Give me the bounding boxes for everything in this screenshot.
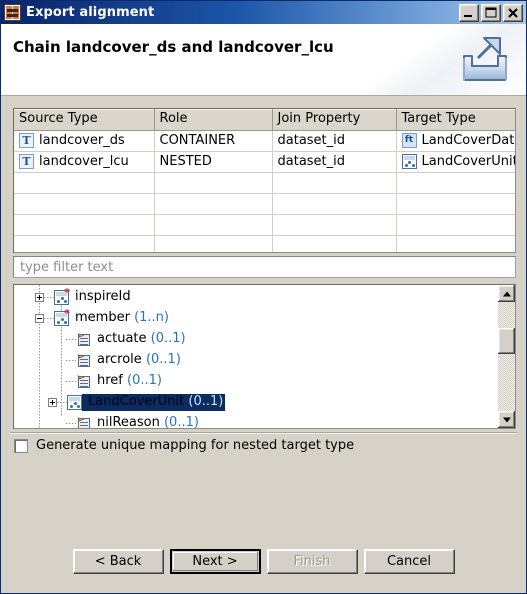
- export-alignment-dialog: Export alignment Chain landcover_ds and …: [0, 0, 527, 594]
- tree-item-label: arcrole: [97, 352, 142, 367]
- wizard-buttons: < Back Next > Finish Cancel: [1, 549, 526, 574]
- target-type-label: LandCoverUnit: [421, 154, 516, 169]
- next-button-label: Next >: [173, 552, 258, 571]
- window-controls: [459, 3, 524, 22]
- tree-item-cardinality: (1..n): [134, 310, 169, 325]
- alignment-table[interactable]: Source Type Role Join Property Target Ty…: [13, 108, 516, 253]
- column-header-source-type[interactable]: Source Type: [14, 109, 155, 131]
- tree-item-cardinality: (0..1): [145, 352, 181, 367]
- filter-input[interactable]: type filter text: [13, 256, 516, 278]
- filter-placeholder: type filter text: [20, 259, 114, 275]
- column-header-role[interactable]: Role: [154, 109, 273, 131]
- tree-item-label: LandCoverUnit: [88, 394, 185, 409]
- tree-item-cardinality: (0..1): [188, 394, 224, 409]
- export-wizard-icon: [456, 32, 514, 88]
- tree-item-label: href: [97, 373, 123, 388]
- minimize-button[interactable]: [459, 3, 479, 22]
- table-header-row: Source Type Role Join Property Target Ty…: [14, 109, 515, 131]
- tree-item-member[interactable]: * member (1..n): [14, 308, 497, 329]
- attribute-icon: ➢: [76, 414, 91, 428]
- generate-unique-mapping-option[interactable]: Generate unique mapping for nested targe…: [14, 438, 354, 453]
- column-header-target-type[interactable]: Target Type: [396, 109, 515, 131]
- class-icon: *: [54, 287, 70, 305]
- footer-separator: [10, 432, 517, 434]
- class-icon: *: [54, 308, 70, 326]
- target-type-label: LandCoverDatа: [421, 133, 516, 148]
- tree-item-href[interactable]: ➢ href (0..1): [14, 371, 497, 392]
- attribute-icon: ➢: [76, 330, 91, 347]
- cell-join-property: dataset_id: [272, 130, 397, 152]
- class-icon: [67, 395, 82, 410]
- table-row[interactable]: T landcover_ds CONTAINER dataset_id ft L…: [14, 130, 516, 152]
- scroll-down-icon[interactable]: [498, 411, 515, 428]
- cancel-button[interactable]: Cancel: [363, 549, 455, 574]
- tree-item-label: inspireId: [75, 289, 131, 304]
- tree-item-actuate[interactable]: ➢ actuate (0..1): [14, 329, 497, 350]
- tree-connector: [57, 402, 67, 403]
- tree-item-inspireid[interactable]: * inspireId: [14, 287, 497, 308]
- class-icon: [401, 154, 417, 169]
- cell-role: NESTED: [154, 151, 273, 173]
- attribute-icon: ➢: [76, 372, 91, 389]
- tree-body[interactable]: * inspireId * member (1..n) ➢ actuate (0…: [14, 285, 497, 428]
- tree-item-cardinality: (0..1): [127, 373, 162, 388]
- close-button[interactable]: [503, 3, 523, 22]
- tree-item-cardinality: (0..1): [150, 331, 186, 346]
- cell-target-type: ft LandCoverDatа: [396, 130, 516, 152]
- expand-icon[interactable]: [48, 398, 57, 407]
- feature-type-icon: ft: [401, 133, 417, 148]
- export-alignment-icon: [4, 4, 21, 21]
- table-row[interactable]: T landcover_lcu NESTED dataset_id LandCo…: [14, 151, 516, 173]
- cell-source-type: T landcover_lcu: [14, 151, 155, 173]
- tree-connector: [44, 318, 54, 319]
- table-row-empty[interactable]: [14, 235, 515, 252]
- tree-item-nilreason[interactable]: ➢ nilReason (0..1): [14, 413, 497, 428]
- tree-connector: [66, 423, 76, 424]
- scrollbar-thumb[interactable]: [498, 328, 515, 354]
- generate-unique-mapping-label: Generate unique mapping for nested targe…: [36, 438, 355, 453]
- table-row-empty[interactable]: [14, 214, 515, 236]
- title-bar[interactable]: Export alignment: [1, 1, 526, 24]
- cell-source-type: T landcover_ds: [14, 130, 155, 152]
- finish-button: Finish: [266, 549, 358, 574]
- tree-item-arcrole[interactable]: ➢ arcrole (0..1): [14, 350, 497, 371]
- type-icon: T: [19, 133, 34, 148]
- maximize-button[interactable]: [481, 3, 501, 22]
- collapse-icon[interactable]: [35, 314, 44, 323]
- tree-item-landcoverunit[interactable]: LandCoverUnit (0..1): [14, 392, 497, 413]
- wizard-header: Chain landcover_ds and landcover_lcu: [1, 24, 526, 96]
- next-button[interactable]: Next >: [169, 549, 261, 574]
- cell-target-type: LandCoverUnit: [396, 151, 516, 173]
- page-title: Chain landcover_ds and landcover_lcu: [13, 38, 334, 56]
- tree-connector: [44, 297, 54, 298]
- tree-connector: [66, 381, 76, 382]
- attribute-icon: ➢: [76, 351, 91, 368]
- tree-scrollbar[interactable]: [497, 285, 515, 428]
- cell-role: CONTAINER: [154, 130, 273, 152]
- tree-connector: [66, 360, 76, 361]
- cell-join-property: dataset_id: [272, 151, 397, 173]
- column-header-join-property[interactable]: Join Property: [272, 109, 397, 131]
- source-type-label: landcover_lcu: [39, 154, 129, 169]
- scrollbar-track[interactable]: [498, 302, 515, 411]
- tree-item-label: nilReason: [97, 415, 160, 429]
- tree-connector: [66, 339, 76, 340]
- table-row-empty[interactable]: [14, 193, 515, 215]
- window-title: Export alignment: [26, 5, 155, 20]
- back-button[interactable]: < Back: [72, 549, 164, 574]
- tree-item-label: actuate: [97, 331, 147, 346]
- type-icon: T: [19, 154, 34, 169]
- source-type-label: landcover_ds: [39, 133, 125, 148]
- expand-icon[interactable]: [35, 293, 44, 302]
- scroll-up-icon[interactable]: [498, 285, 515, 302]
- target-type-tree[interactable]: * inspireId * member (1..n) ➢ actuate (0…: [13, 284, 516, 429]
- tree-item-label: member: [75, 310, 130, 325]
- generate-unique-mapping-checkbox[interactable]: [14, 438, 28, 453]
- tree-item-cardinality: (0..1): [163, 415, 199, 429]
- table-row-empty[interactable]: [14, 172, 515, 194]
